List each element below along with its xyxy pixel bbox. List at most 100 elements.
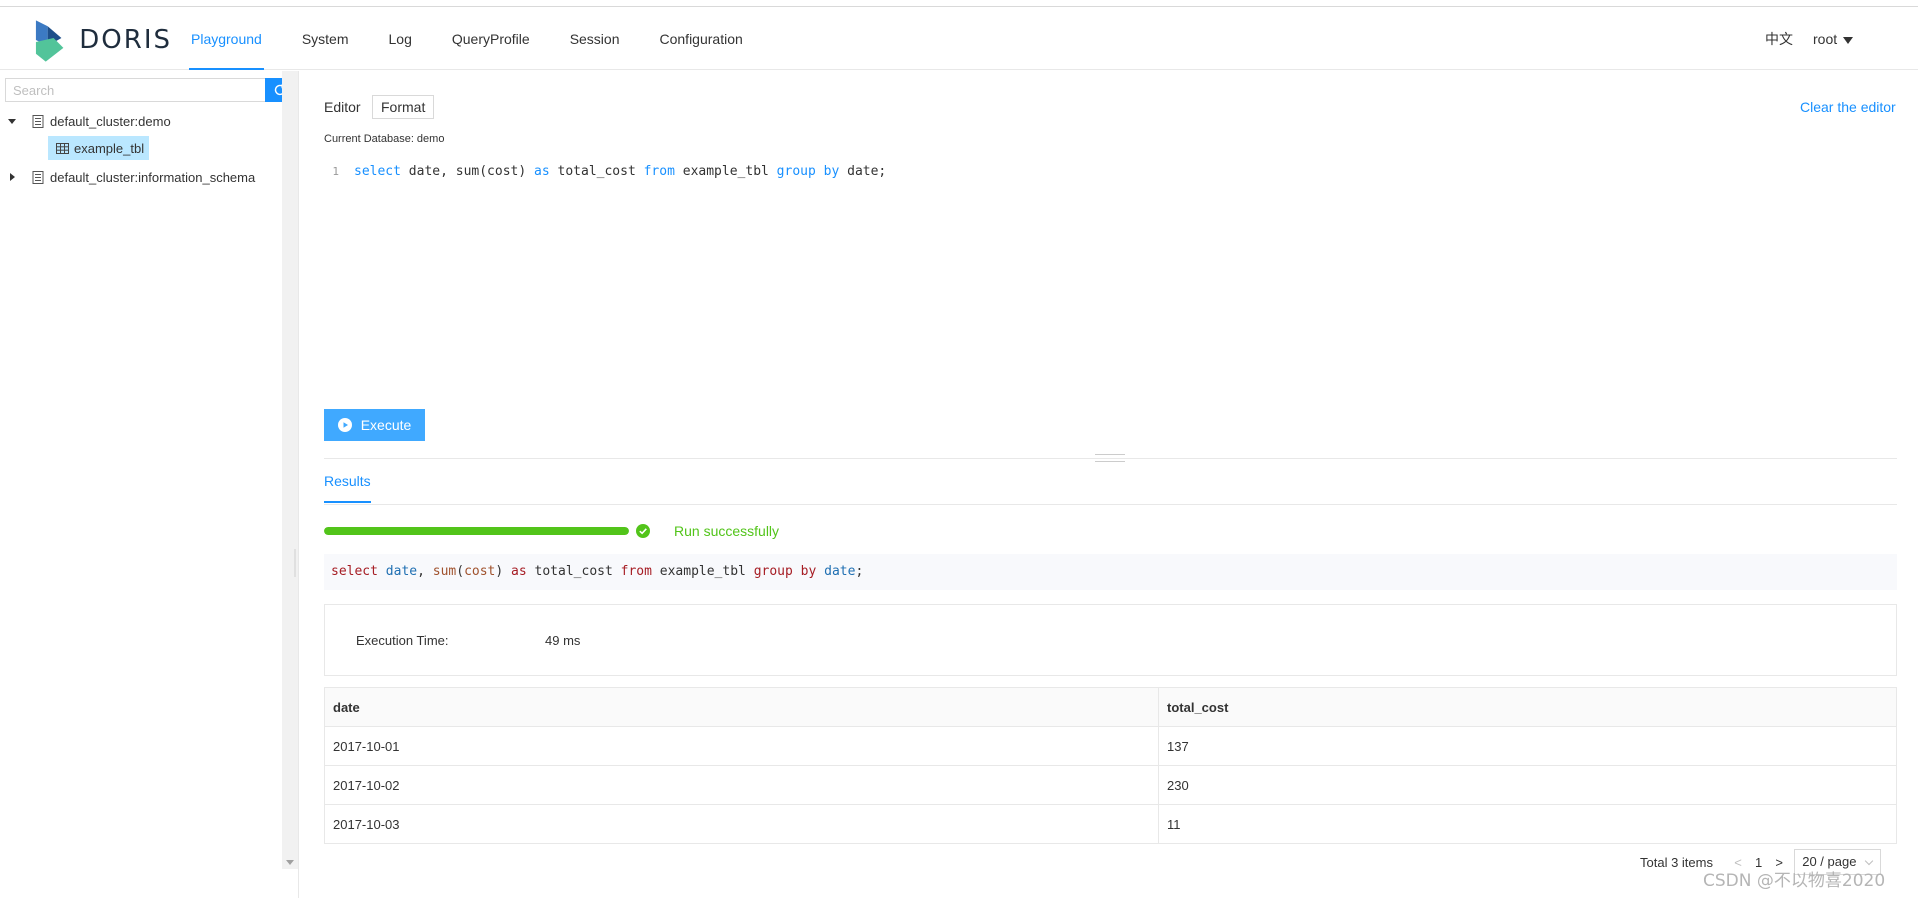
- sql-token: date: [824, 564, 856, 579]
- code-token: group: [776, 164, 816, 179]
- execution-time-label: Execution Time:: [356, 633, 449, 648]
- sql-token: by: [800, 564, 817, 579]
- tree-node-demo[interactable]: default_cluster:demo: [0, 107, 282, 135]
- progress-bar: [324, 527, 629, 535]
- sql-editor[interactable]: 1 select date, sum(cost) as total_cost f…: [324, 163, 886, 181]
- code-token: from: [643, 164, 675, 179]
- search-input[interactable]: [5, 78, 265, 102]
- code-text: select date, sum(cost) as total_cost fro…: [354, 163, 886, 181]
- sql-token: ;: [855, 564, 864, 579]
- split-resize-handle[interactable]: [1095, 454, 1125, 462]
- line-number: 1: [332, 165, 339, 178]
- database-icon: [32, 114, 44, 128]
- sql-token: total_cost: [526, 564, 621, 579]
- play-circle-icon: [337, 418, 352, 432]
- sql-token: as: [511, 564, 527, 579]
- sidebar-scrollbar[interactable]: [282, 71, 298, 869]
- caret-down-icon: [8, 118, 16, 124]
- executed-sql: select date, sum(cost) as total_cost fro…: [324, 554, 1897, 590]
- clear-editor-link[interactable]: Clear the editor: [1800, 99, 1896, 115]
- table-icon: [56, 142, 69, 154]
- table-row: 2017-10-02 230: [324, 765, 1897, 805]
- watermark: CSDN @不以物喜2020: [1703, 871, 1886, 891]
- sql-token: from: [620, 564, 652, 579]
- caret-right-icon: [9, 173, 15, 181]
- tree-node-example-tbl[interactable]: example_tbl: [48, 136, 150, 160]
- brand-name: DORIS: [79, 25, 172, 55]
- tree-node-label: example_tbl: [74, 140, 145, 156]
- column-header-total-cost[interactable]: total_cost: [1158, 687, 1897, 727]
- sidebar-resize-handle[interactable]: [294, 549, 296, 577]
- sql-token: ): [495, 564, 512, 579]
- execute-button[interactable]: Execute: [324, 409, 425, 441]
- sql-token: group: [753, 564, 793, 579]
- sql-token: date: [385, 564, 418, 579]
- execution-info: Execution Time: 49 ms: [324, 604, 1897, 676]
- nav-configuration[interactable]: Configuration: [660, 7, 743, 70]
- table-cell: 2017-10-02: [324, 765, 1159, 805]
- table-cell: 2017-10-01: [324, 726, 1159, 766]
- tree-node-information-schema[interactable]: default_cluster:information_schema: [0, 163, 282, 191]
- sidebar: default_cluster:demo example_tbl default…: [0, 71, 299, 898]
- doris-logo-icon: [35, 20, 64, 62]
- code-token: example_tbl: [674, 164, 777, 179]
- main-panel: Editor Format Clear the editor Current D…: [300, 71, 1918, 898]
- nav-log[interactable]: Log: [389, 7, 412, 70]
- sql-token: sum: [432, 564, 457, 579]
- code-token: total_cost: [549, 164, 644, 179]
- current-database: Current Database: demo: [324, 133, 445, 145]
- code-token: by: [823, 164, 840, 179]
- expand-toggle[interactable]: [2, 118, 22, 124]
- check-circle-icon: [636, 524, 650, 538]
- table-header-row: date total_cost: [324, 687, 1897, 727]
- search-box: [5, 78, 294, 102]
- tree-child-row: example_tbl: [0, 135, 282, 163]
- logo[interactable]: DORIS: [32, 16, 172, 64]
- nav-queryprofile[interactable]: QueryProfile: [452, 7, 530, 70]
- table-cell: 11: [1158, 804, 1897, 844]
- nav-playground[interactable]: Playground: [189, 7, 264, 70]
- table-cell: 137: [1158, 726, 1897, 766]
- code-token: as: [534, 164, 550, 179]
- tree-node-label: default_cluster:demo: [50, 113, 171, 129]
- expand-toggle[interactable]: [2, 173, 22, 181]
- nav-session[interactable]: Session: [570, 7, 620, 70]
- table-cell: 2017-10-03: [324, 804, 1159, 844]
- results-table: date total_cost 2017-10-01 137 2017-10-0…: [324, 687, 1897, 844]
- progress-fill: [324, 527, 629, 535]
- tab-results[interactable]: Results: [324, 473, 371, 503]
- table-cell: 230: [1158, 765, 1897, 805]
- execution-time-value: 49 ms: [545, 633, 581, 648]
- editor-label: Editor: [324, 99, 361, 115]
- caret-down-icon: [1843, 36, 1854, 44]
- tabs-underline: [324, 504, 1897, 505]
- sql-token: ,: [417, 564, 433, 579]
- code-token: date;: [839, 164, 887, 179]
- nav-system[interactable]: System: [302, 7, 349, 70]
- format-button[interactable]: Format: [372, 95, 435, 119]
- column-header-date[interactable]: date: [324, 687, 1159, 727]
- sql-token: (: [456, 564, 465, 579]
- sql-token: select: [331, 564, 378, 579]
- run-status: Run successfully: [674, 523, 780, 539]
- tree-node-label: default_cluster:information_schema: [50, 169, 256, 185]
- code-token: date, sum(cost): [400, 164, 535, 179]
- main-nav: Playground System Log QueryProfile Sessi…: [189, 7, 783, 70]
- sql-token: cost: [464, 564, 496, 579]
- code-token: select: [354, 164, 401, 179]
- sql-token: example_tbl: [651, 564, 754, 579]
- execute-label: Execute: [360, 417, 412, 433]
- language-switch[interactable]: 中文: [1765, 7, 1793, 71]
- database-tree: default_cluster:demo example_tbl default…: [0, 107, 282, 191]
- header: DORIS Playground System Log QueryProfile…: [0, 7, 1918, 70]
- user-name: root: [1813, 31, 1838, 47]
- scroll-down-icon[interactable]: [286, 860, 294, 865]
- database-icon: [32, 170, 44, 184]
- table-row: 2017-10-01 137: [324, 726, 1897, 766]
- user-menu[interactable]: root: [1813, 7, 1854, 71]
- table-row: 2017-10-03 11: [324, 804, 1897, 844]
